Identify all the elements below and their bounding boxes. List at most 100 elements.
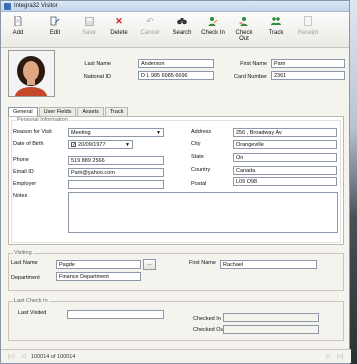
- previous-record-icon[interactable]: ◁: [21, 353, 26, 360]
- track-label: Track: [268, 30, 284, 36]
- address-label: Address: [191, 129, 212, 135]
- country-label: Country: [191, 167, 211, 173]
- country-field[interactable]: Canada: [233, 166, 337, 175]
- reason-select[interactable]: Meeting ▼: [68, 128, 164, 137]
- visitor-window: Integra32 Visitor Add Edit Save ✕ Delete…: [0, 0, 351, 364]
- first-record-icon[interactable]: |◁: [8, 353, 14, 360]
- notes-textarea[interactable]: [68, 192, 338, 233]
- city-label: City: [191, 141, 201, 147]
- tab-assets[interactable]: Assets: [77, 107, 104, 116]
- tab-user-fields[interactable]: User Fields: [38, 107, 77, 116]
- add-button[interactable]: Add: [5, 16, 31, 36]
- receipt-button[interactable]: Receipt: [295, 16, 321, 36]
- dob-picker[interactable]: ✓ 20/09/1977 ▼: [68, 140, 133, 149]
- national-id-field[interactable]: D L 985 6985 6696: [138, 71, 214, 80]
- last-record-icon[interactable]: ▷|: [337, 353, 343, 360]
- tab-track[interactable]: Track: [104, 107, 129, 116]
- save-button[interactable]: Save: [76, 16, 102, 36]
- window-title: Integra32 Visitor: [14, 3, 58, 9]
- phone-field[interactable]: 519 889 2566: [68, 156, 164, 165]
- city-field[interactable]: Orangeville: [233, 140, 337, 149]
- reason-label: Reason for Visit: [13, 129, 52, 135]
- visiting-last-name-label: Last Name: [11, 260, 38, 266]
- search-button[interactable]: Search: [169, 16, 195, 36]
- checked-out-label: Checked Out: [193, 327, 226, 333]
- app-icon: [4, 2, 11, 10]
- state-field[interactable]: On: [233, 153, 337, 162]
- visitor-profile: Last Name Anderson National ID D L 985 6…: [1, 49, 351, 103]
- chevron-down-icon[interactable]: ▼: [156, 130, 161, 136]
- edit-button[interactable]: Edit: [42, 16, 68, 36]
- receipt-icon: [303, 16, 313, 26]
- cancel-label: Cancel: [140, 30, 160, 36]
- record-position: 100014 of 100014: [31, 354, 76, 360]
- last-name-label: Last Name: [84, 61, 111, 67]
- track-people-icon: [271, 16, 281, 26]
- checked-in-label: Checked In: [193, 316, 221, 322]
- track-button[interactable]: Track: [263, 16, 289, 36]
- checked-out-field: [223, 325, 319, 334]
- next-record-icon[interactable]: ▷: [326, 353, 331, 360]
- record-navigator: |◁ ◁ 100014 of 100014 ▷ ▷|: [1, 349, 351, 363]
- dob-label: Date of Birth: [13, 141, 44, 147]
- check-in-button[interactable]: Check In: [200, 16, 226, 36]
- new-document-icon: [13, 16, 23, 26]
- employer-field[interactable]: [68, 180, 164, 189]
- check-out-label: Check Out: [235, 30, 253, 42]
- save-label: Save: [82, 30, 96, 36]
- reason-value: Meeting: [71, 130, 91, 136]
- department-field[interactable]: Finance Department: [56, 272, 141, 281]
- last-visited-field[interactable]: [67, 310, 164, 319]
- floppy-disk-icon: [84, 16, 94, 26]
- title-bar: Integra32 Visitor: [1, 1, 349, 12]
- edit-document-icon: [50, 16, 60, 26]
- delete-button[interactable]: ✕ Delete: [106, 16, 132, 36]
- undo-icon: ↶: [146, 15, 154, 26]
- postal-field[interactable]: L09 O98: [233, 177, 337, 186]
- search-label: Search: [172, 30, 192, 36]
- visiting-last-name-field[interactable]: Pagde: [56, 260, 141, 269]
- delete-label: Delete: [110, 30, 128, 36]
- check-out-button[interactable]: Check Out: [231, 16, 257, 42]
- toolbar: Add Edit Save ✕ Delete ↶ Cancel Search C…: [1, 12, 349, 48]
- email-field[interactable]: Pam@yahoo.com: [68, 168, 164, 177]
- general-tab-panel: Personal Information Reason for Visit Me…: [8, 116, 344, 245]
- first-name-label: First Name: [240, 61, 267, 67]
- visiting-first-name-label: First Name: [189, 260, 216, 266]
- last-check-in-title: Last Check In: [13, 298, 49, 304]
- address-field[interactable]: 256 , Broadway Av: [233, 128, 337, 137]
- national-id-label: National ID: [83, 74, 111, 80]
- email-label: Email ID: [13, 169, 34, 175]
- first-name-field[interactable]: Pam: [271, 59, 345, 68]
- employer-label: Employer: [13, 181, 37, 187]
- visiting-title: Visiting: [13, 250, 33, 256]
- personal-information-title: Personal Information: [16, 117, 69, 123]
- notes-label: Notes: [13, 193, 28, 199]
- last-visited-label: Last Visited: [18, 310, 47, 316]
- calendar-dropdown-icon[interactable]: ▼: [125, 142, 130, 148]
- tab-general[interactable]: General: [8, 107, 38, 116]
- card-number-field[interactable]: 2361: [271, 71, 345, 80]
- phone-label: Phone: [13, 157, 29, 163]
- browse-host-button[interactable]: ...: [143, 259, 156, 270]
- card-number-label: Card Number: [233, 74, 267, 80]
- visitor-photo: [8, 50, 55, 97]
- postal-label: Postal: [191, 181, 207, 187]
- binoculars-icon: [177, 16, 187, 26]
- add-label: Add: [12, 30, 24, 36]
- visiting-first-name-field[interactable]: Rachael: [220, 260, 317, 269]
- last-name-field[interactable]: Anderson: [138, 59, 214, 68]
- check-out-person-icon: [239, 16, 249, 26]
- check-in-label: Check In: [201, 30, 225, 36]
- checked-in-field: [223, 313, 319, 322]
- state-label: State: [191, 154, 204, 160]
- receipt-label: Receipt: [297, 30, 319, 36]
- department-label: Department: [11, 275, 40, 281]
- check-in-person-icon: [208, 16, 218, 26]
- delete-x-icon: ✕: [115, 15, 123, 26]
- edit-label: Edit: [49, 30, 61, 36]
- cancel-button[interactable]: ↶ Cancel: [137, 16, 163, 36]
- dob-checkbox[interactable]: ✓: [71, 142, 76, 148]
- tab-strip: General User Fields Assets Track: [8, 107, 129, 116]
- dob-value: 20/09/1977: [78, 142, 106, 148]
